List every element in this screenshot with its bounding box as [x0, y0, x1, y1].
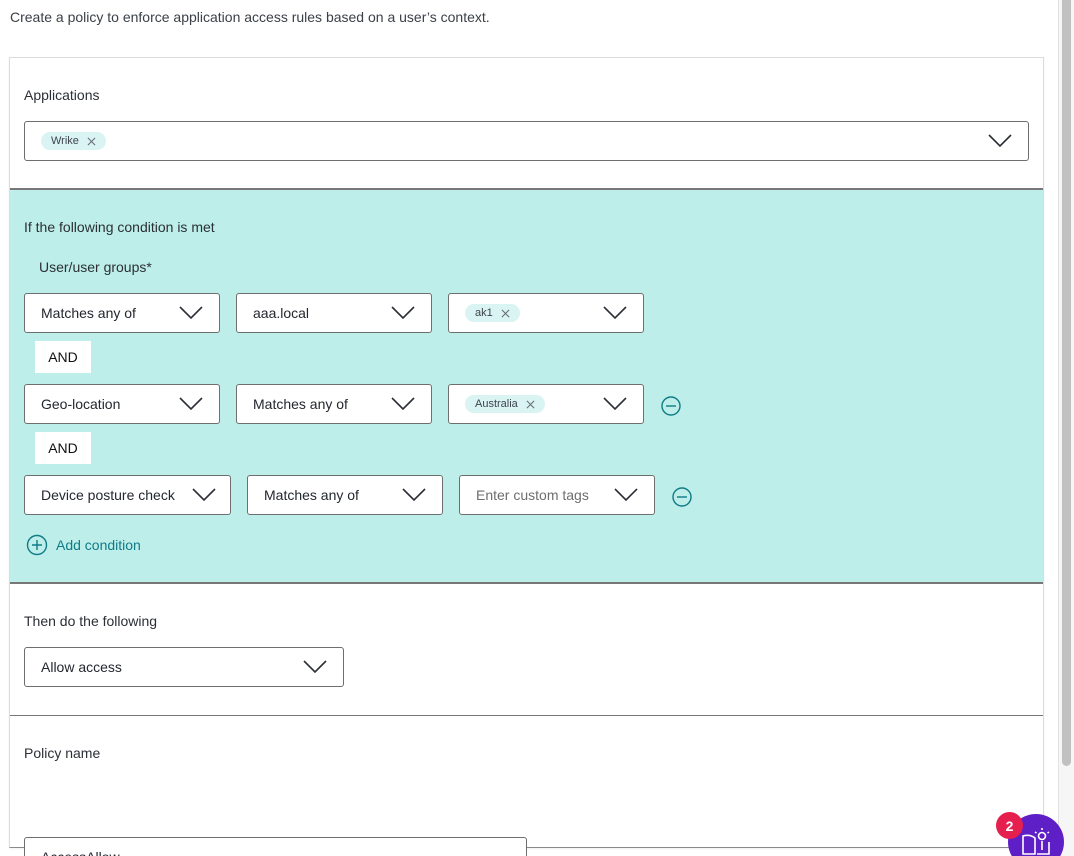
chip-label: ak1: [475, 307, 493, 319]
remove-chip-icon[interactable]: [501, 309, 510, 318]
condition-2-field-select[interactable]: Geo-location: [24, 384, 220, 424]
chevron-down-icon: [192, 488, 216, 502]
applications-label: Applications: [24, 87, 100, 103]
policy-name-label: Policy name: [24, 745, 101, 761]
plus-circle-icon: [26, 534, 48, 556]
chevron-down-icon: [402, 488, 426, 502]
and-connector: AND: [35, 341, 91, 373]
add-condition-button[interactable]: Add condition: [26, 534, 141, 556]
scrollbar-thumb[interactable]: [1062, 0, 1071, 766]
value-chip: ak1: [465, 304, 520, 322]
select-value: Matches any of: [264, 487, 359, 503]
action-label: Then do the following: [24, 613, 158, 629]
page-description: Create a policy to enforce application a…: [10, 9, 490, 25]
value-chip: Australia: [465, 395, 545, 413]
remove-condition-icon[interactable]: [672, 487, 692, 507]
application-chip: Wrike: [41, 132, 106, 150]
conditions-heading: If the following condition is met: [24, 219, 215, 235]
user-groups-label: User/user groups*: [39, 259, 152, 275]
condition-2-operator-select[interactable]: Matches any of: [236, 384, 432, 424]
condition-3-operator-select[interactable]: Matches any of: [247, 475, 443, 515]
remove-chip-icon[interactable]: [87, 137, 96, 146]
chevron-down-icon: [988, 134, 1012, 148]
remove-chip-icon[interactable]: [526, 400, 535, 409]
book-lightbulb-icon: [1022, 828, 1050, 855]
chevron-down-icon: [603, 397, 627, 411]
notification-badge: 2: [996, 812, 1023, 839]
add-condition-label: Add condition: [56, 537, 141, 553]
applications-select[interactable]: Wrike: [24, 121, 1029, 161]
tags-placeholder: Enter custom tags: [476, 487, 589, 503]
action-select[interactable]: Allow access: [24, 647, 344, 687]
chevron-down-icon: [391, 306, 415, 320]
policy-name-input[interactable]: AccessAllow: [24, 837, 527, 856]
condition-2-values-select[interactable]: Australia: [448, 384, 644, 424]
policy-form-card: Applications Wrike If the following cond…: [9, 57, 1044, 856]
condition-1-field-select[interactable]: Matches any of: [24, 293, 220, 333]
chevron-down-icon: [179, 306, 203, 320]
condition-3-tags-input[interactable]: Enter custom tags: [459, 475, 655, 515]
chevron-down-icon: [603, 306, 627, 320]
condition-1-values-select[interactable]: ak1: [448, 293, 644, 333]
chevron-down-icon: [391, 397, 415, 411]
condition-1-operator-select[interactable]: aaa.local: [236, 293, 432, 333]
select-value: Device posture check: [41, 487, 175, 503]
policy-name-section: Policy name AccessAllow: [10, 716, 1043, 856]
select-value: Allow access: [41, 659, 122, 675]
action-section: Then do the following Allow access: [10, 584, 1043, 716]
chevron-down-icon: [614, 488, 638, 502]
chevron-down-icon: [303, 660, 327, 674]
vertical-scrollbar[interactable]: [1058, 0, 1074, 856]
chip-label: Australia: [475, 398, 518, 410]
applications-section: Applications Wrike: [10, 58, 1043, 190]
and-connector: AND: [35, 432, 91, 464]
select-value: Matches any of: [41, 305, 136, 321]
remove-condition-icon[interactable]: [661, 396, 681, 416]
select-value: Geo-location: [41, 396, 121, 412]
chip-label: Wrike: [51, 135, 79, 147]
select-value: aaa.local: [253, 305, 310, 321]
conditions-section: If the following condition is met User/u…: [10, 190, 1043, 584]
select-value: Matches any of: [253, 396, 348, 412]
condition-3-field-select[interactable]: Device posture check: [24, 475, 231, 515]
chevron-down-icon: [179, 397, 203, 411]
